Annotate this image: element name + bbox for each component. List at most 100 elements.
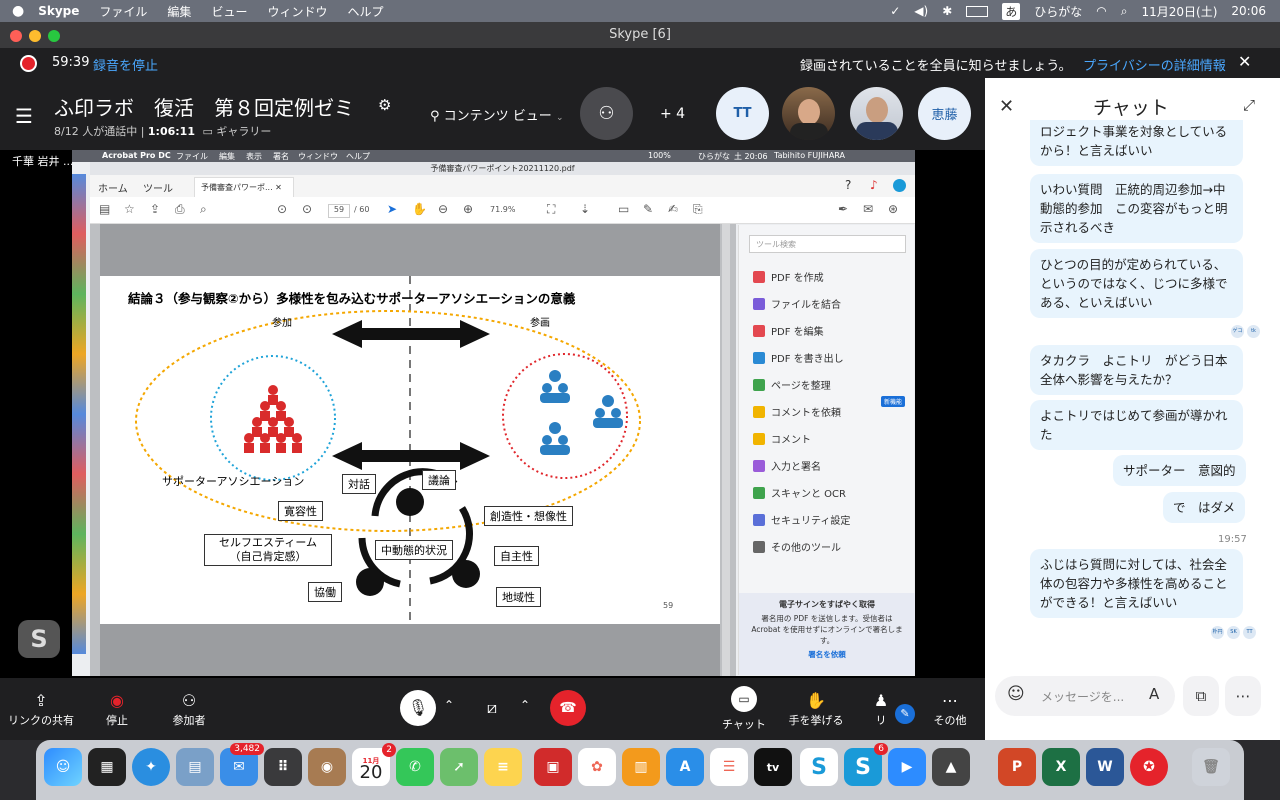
chat-message[interactable]: いわい質問 正統的周辺参加→中動態的参加 この変容がもっと明示されるべき (1030, 174, 1243, 243)
check-icon[interactable]: ✓ (890, 4, 900, 18)
stop-recording-link[interactable]: 録音を停止 (93, 55, 158, 74)
content-view-dropdown[interactable]: ⚲ コンテンツ ビュー ⌄ (430, 105, 564, 124)
apple-icon[interactable]: ● (12, 3, 24, 19)
zoom-window-button[interactable] (48, 30, 60, 42)
hamburger-menu-icon[interactable]: ☰ (15, 104, 33, 128)
message-input[interactable]: メッセージを... (1041, 688, 1124, 705)
display-icon[interactable]: ▲ (932, 748, 970, 786)
trash-icon[interactable]: 🗑 (1192, 748, 1230, 786)
menubar-date[interactable]: 11月20日(土) (1142, 3, 1218, 20)
close-chat-icon[interactable]: ✕ (999, 96, 1014, 117)
photo-booth-icon[interactable]: ▣ (534, 748, 572, 786)
camera-options-chevron-icon[interactable]: ⌃ (520, 698, 530, 712)
mail-icon[interactable]: ✉ (863, 202, 873, 216)
close-window-button[interactable] (10, 30, 22, 42)
word-icon[interactable]: W (1086, 748, 1124, 786)
bell-icon[interactable]: ♪ (870, 178, 878, 192)
menu-window[interactable]: ウィンドウ (267, 3, 327, 20)
mic-button[interactable]: 🎙 (400, 690, 436, 726)
apple-tv-icon[interactable]: tv (754, 748, 792, 786)
zoom-level[interactable]: 71.9% (490, 205, 515, 214)
tool-comment[interactable]: コメント (753, 431, 811, 446)
stop-recording-button[interactable]: ◉ 停止 (92, 690, 142, 728)
esign-link[interactable]: 署名を依頼 (749, 649, 905, 660)
zoom-in-icon[interactable]: ⊕ (463, 202, 473, 216)
tool-export-pdf[interactable]: PDF を書き出し (753, 350, 844, 365)
avatar-video-2[interactable] (850, 87, 903, 140)
tool-create-pdf[interactable]: PDF を作成 (753, 269, 824, 284)
chat-message[interactable]: ロジェクト事業を対象としているから！と言えばいい (1030, 120, 1243, 166)
chat-message[interactable]: で はダメ (1163, 492, 1246, 523)
expand-icon[interactable]: ⤢ (1243, 96, 1255, 114)
books-icon[interactable]: ▥ (622, 748, 660, 786)
wifi-icon[interactable]: ◠ (1096, 4, 1106, 18)
stamp-icon[interactable]: ⎘ (693, 202, 703, 217)
tool-scan-ocr[interactable]: スキャンと OCR (753, 485, 846, 500)
menu-help[interactable]: ヘルプ (347, 3, 383, 20)
format-text-icon[interactable]: A (1149, 685, 1159, 703)
reaction-button[interactable]: ♟ リ (866, 690, 896, 728)
help-icon[interactable]: ? (845, 178, 851, 192)
page-number-input[interactable]: 59 (328, 204, 350, 218)
print-icon[interactable]: ⎙ (175, 202, 185, 217)
bluetooth-icon[interactable]: ✱ (942, 4, 952, 18)
chat-message[interactable]: ひとつの目的が定められている、というのではなく、じつに多様である、といえばいい (1030, 249, 1243, 318)
tool-organize[interactable]: ページを整理 (753, 377, 831, 392)
mail-icon[interactable]: ✉ 3,482 (220, 743, 264, 786)
close-banner-icon[interactable]: ✕ (1238, 52, 1251, 71)
photos-icon[interactable]: ✿ (578, 748, 616, 786)
tab-document[interactable]: 予備審査パワーポ... ✕ (194, 177, 294, 197)
battery-icon[interactable] (966, 5, 989, 17)
bookmark-star-icon[interactable]: ☆ (124, 202, 135, 216)
zoom-out-icon[interactable]: ⊖ (438, 202, 448, 216)
chat-message[interactable]: タカクラ よこトリ がどう日本全体へ影響を与えたか？ (1030, 345, 1243, 395)
mission-control-icon[interactable]: ▦ (88, 748, 126, 786)
pencil-icon[interactable]: ✎ (895, 704, 915, 724)
sign-icon[interactable]: ✍ (668, 202, 678, 216)
launchpad-icon[interactable]: ⠿ (264, 748, 302, 786)
share-link-button[interactable]: ⇪ リンクの共有 (6, 690, 76, 728)
privacy-link[interactable]: プライバシーの詳細情報 (1083, 55, 1226, 74)
more-participants-count[interactable]: + 4 (660, 106, 685, 122)
search-icon[interactable]: ⌕ (1121, 4, 1128, 19)
avatar-eto[interactable]: 恵藤 (918, 87, 971, 140)
upload-icon[interactable]: ⇪ (150, 202, 160, 216)
tool-request-comments[interactable]: コメントを依頼 (753, 404, 841, 419)
attach-file-icon[interactable]: ⧉ (1183, 676, 1219, 716)
account-icon[interactable] (893, 179, 906, 192)
page-down-icon[interactable]: ⊙ (302, 202, 312, 216)
skype-beta-icon[interactable]: S6 (844, 743, 888, 786)
scroll-mode-icon[interactable]: ⇣ (580, 202, 590, 216)
doc-scrollbar[interactable] (722, 224, 730, 676)
contacts-icon[interactable]: ◉ (308, 748, 346, 786)
tool-security[interactable]: セキュリティ設定 (753, 512, 850, 527)
reminders-icon[interactable]: ☰ (710, 748, 748, 786)
more-options-button[interactable]: ⋯ その他 (928, 690, 972, 728)
fill-sign-icon[interactable]: ✒ (838, 202, 848, 216)
ime-icon[interactable]: あ (1002, 2, 1021, 20)
chat-toggle-button[interactable]: ▭ チャット (718, 686, 770, 732)
view-mode-label[interactable]: ギャラリー (216, 125, 271, 138)
hand-tool-icon[interactable]: ✋ (412, 202, 427, 216)
avatar-video-1[interactable] (782, 87, 835, 140)
menu-view[interactable]: ビュー (211, 3, 247, 20)
calendar-icon[interactable]: 11月 20 2 (352, 743, 396, 786)
raise-hand-button[interactable]: ✋ 手を挙げる (786, 690, 846, 728)
chat-message[interactable]: ふじはら質問に対しては、社会全体の包容力や多様性を高めることができる！と言えばい… (1030, 549, 1243, 618)
chat-message[interactable]: サポーター 意図的 (1113, 455, 1246, 486)
tool-edit-pdf[interactable]: PDF を編集 (753, 323, 824, 338)
comment-icon[interactable]: ▭ (618, 202, 629, 216)
tab-home[interactable]: ホーム (98, 180, 128, 195)
minimize-window-button[interactable] (29, 30, 41, 42)
zoom-icon[interactable]: ▶ (888, 748, 926, 786)
tool-more[interactable]: その他のツール (753, 539, 841, 554)
avatar-tt[interactable]: TT (716, 87, 769, 140)
skype-icon[interactable]: S (800, 748, 838, 786)
menubar-time[interactable]: 20:06 (1231, 4, 1266, 18)
app-store-icon[interactable]: A (666, 748, 704, 786)
messages-icon[interactable]: ✆ (396, 748, 434, 786)
select-tool-icon[interactable]: ➤ (387, 202, 397, 216)
menu-edit[interactable]: 編集 (167, 3, 191, 20)
camera-button[interactable]: ⧄ (474, 690, 510, 726)
pen-icon[interactable]: ✎ (643, 202, 653, 216)
